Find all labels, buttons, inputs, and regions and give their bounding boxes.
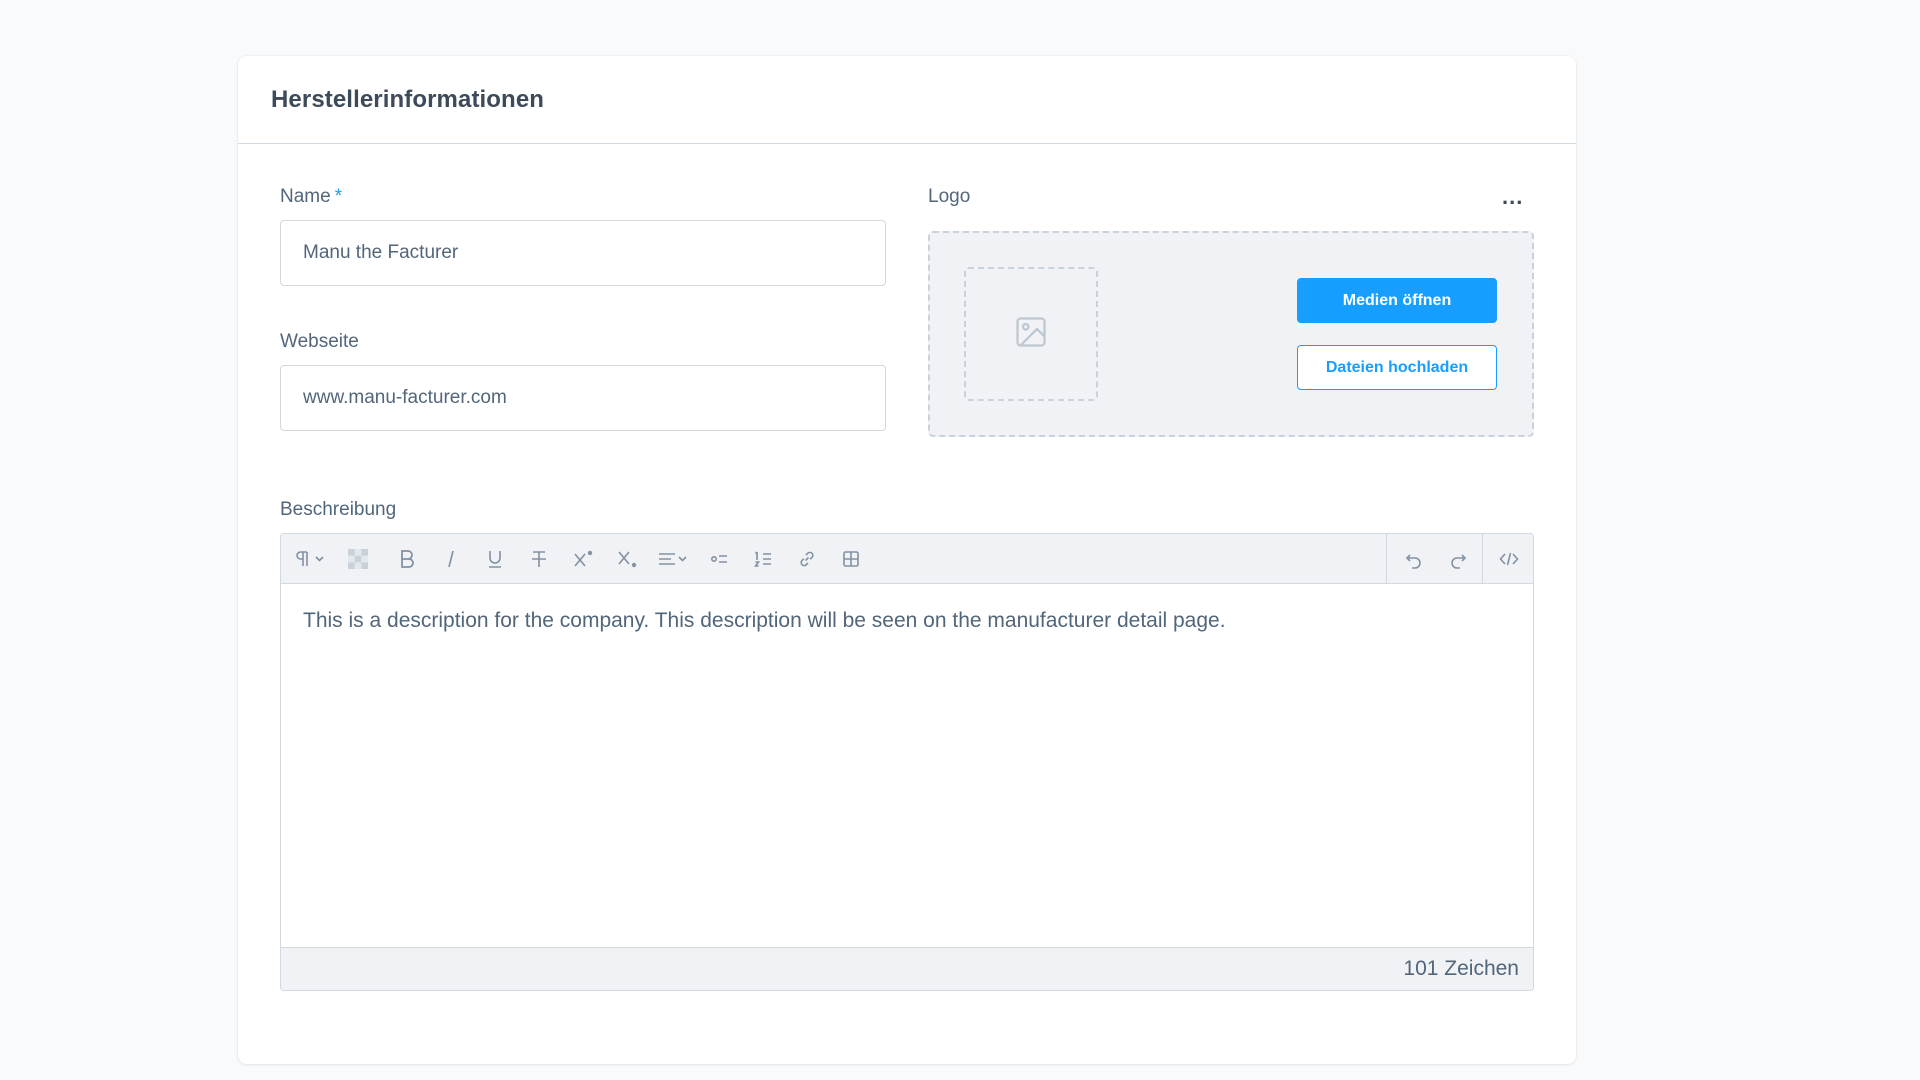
color-picker-icon[interactable] bbox=[341, 534, 375, 584]
undo-icon[interactable] bbox=[1394, 534, 1434, 584]
code-view-icon[interactable] bbox=[1487, 534, 1531, 584]
toolbar-separator bbox=[1482, 534, 1483, 584]
paragraph-format-icon[interactable] bbox=[291, 534, 331, 584]
link-icon[interactable] bbox=[787, 534, 827, 584]
numbered-list-icon[interactable] bbox=[743, 534, 783, 584]
website-input-value: www.manu-facturer.com bbox=[303, 387, 507, 408]
logo-context-menu-button[interactable]: ... bbox=[1502, 184, 1523, 210]
manufacturer-info-card: Herstellerinformationen Name * Manu the F… bbox=[238, 56, 1576, 1064]
editor-toolbar bbox=[281, 534, 1533, 584]
superscript-icon[interactable] bbox=[563, 534, 603, 584]
underline-icon[interactable] bbox=[475, 534, 515, 584]
logo-label: Logo bbox=[928, 186, 971, 207]
editor-footer: 101 Zeichen bbox=[281, 947, 1533, 990]
bold-icon[interactable] bbox=[387, 534, 427, 584]
strikethrough-icon[interactable] bbox=[519, 534, 559, 584]
editor-content-area[interactable]: This is a description for the company. T… bbox=[281, 584, 1533, 947]
bullet-list-icon[interactable] bbox=[699, 534, 739, 584]
website-label: Webseite bbox=[280, 331, 359, 352]
name-input[interactable]: Manu the Facturer bbox=[280, 220, 886, 286]
name-label-text: Name bbox=[280, 186, 331, 207]
italic-icon[interactable] bbox=[431, 534, 471, 584]
logo-preview-placeholder bbox=[964, 267, 1098, 401]
logo-upload-dropzone[interactable]: Medien öffnen Dateien hochladen bbox=[928, 231, 1534, 437]
subscript-icon[interactable] bbox=[607, 534, 647, 584]
name-label: Name * bbox=[280, 186, 342, 208]
upload-files-button[interactable]: Dateien hochladen bbox=[1297, 345, 1497, 390]
open-media-button[interactable]: Medien öffnen bbox=[1297, 278, 1497, 323]
image-icon bbox=[1013, 314, 1049, 355]
card-header: Herstellerinformationen bbox=[238, 56, 1576, 144]
description-text: This is a description for the company. T… bbox=[303, 609, 1226, 632]
toolbar-separator bbox=[1386, 534, 1387, 584]
align-icon[interactable] bbox=[651, 534, 695, 584]
card-title: Herstellerinformationen bbox=[271, 85, 545, 113]
required-mark: * bbox=[334, 186, 343, 207]
website-input[interactable]: www.manu-facturer.com bbox=[280, 365, 886, 431]
redo-icon[interactable] bbox=[1438, 534, 1478, 584]
table-icon[interactable] bbox=[831, 534, 871, 584]
description-label: Beschreibung bbox=[280, 499, 397, 520]
name-input-value: Manu the Facturer bbox=[303, 242, 459, 263]
description-editor: This is a description for the company. T… bbox=[280, 533, 1534, 991]
character-count: 101 Zeichen bbox=[1403, 957, 1519, 980]
